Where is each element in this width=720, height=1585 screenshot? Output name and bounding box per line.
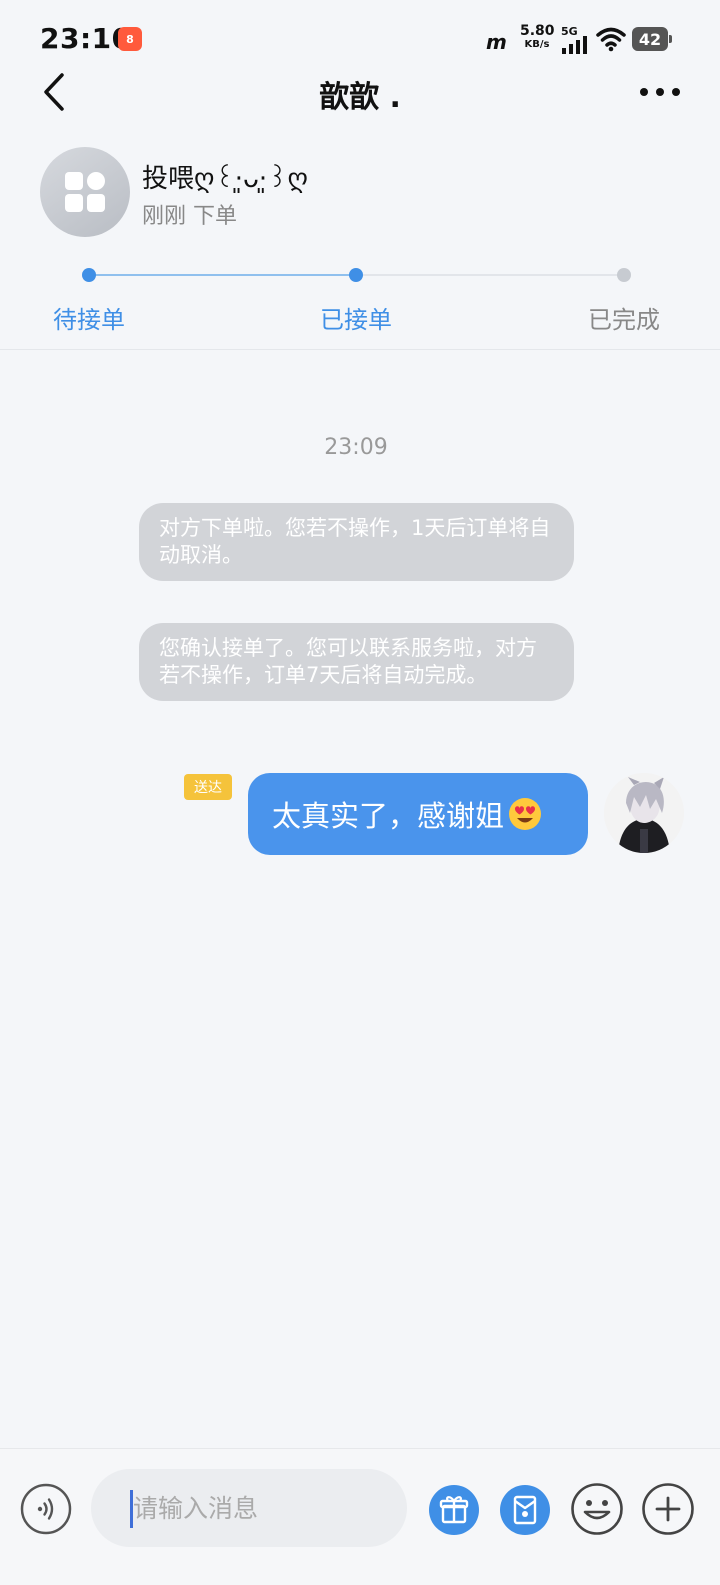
- my-message-text: 太真实了，感谢姐: [272, 799, 505, 833]
- order-avatar[interactable]: [40, 147, 130, 237]
- grid-icon: [65, 172, 105, 212]
- grid-cell: [65, 172, 83, 190]
- progress-line-pending: [356, 274, 624, 276]
- step-label-pending-accept: 待接单: [53, 306, 125, 334]
- my-message-bubble[interactable]: 太真实了，感谢姐: [248, 773, 588, 855]
- network-speed-value: 5.80: [520, 23, 555, 39]
- step-label-completed: 已完成: [588, 306, 660, 334]
- network-speed: 5.80 KB/s: [520, 23, 555, 50]
- order-name: 投喂ღ꒰⋅͈ᴗ⋅͈꒱ღ: [142, 164, 308, 194]
- emoji-icon[interactable]: [570, 1482, 624, 1536]
- battery-cap: [669, 35, 672, 43]
- my-avatar[interactable]: [604, 773, 684, 853]
- order-status: 刚刚 下单: [142, 204, 237, 229]
- system-message: 对方下单啦。您若不操作，1天后订单将自动取消。: [139, 503, 574, 581]
- voice-icon[interactable]: [20, 1483, 72, 1535]
- carrier-logo-text: m: [486, 30, 507, 54]
- system-message: 您确认接单了。您可以联系服务啦，对方若不操作，订单7天后将自动完成。: [139, 623, 574, 701]
- text-caret: [130, 1490, 133, 1528]
- plus-icon[interactable]: [641, 1482, 695, 1536]
- gift-icon[interactable]: [428, 1484, 480, 1536]
- grid-cell: [87, 194, 105, 212]
- envelope-icon[interactable]: [499, 1484, 551, 1536]
- app-notification-icon: 8: [118, 27, 142, 51]
- heart-eyes-emoji-icon: [509, 798, 542, 830]
- header-divider: [0, 349, 720, 350]
- avatar-image: [604, 773, 684, 853]
- battery-icon: 42: [632, 27, 672, 51]
- progress-line-completed: [89, 274, 356, 276]
- step-label-accepted: 已接单: [320, 306, 392, 334]
- signal-icon: [562, 36, 587, 54]
- network-speed-unit: KB/s: [524, 39, 550, 50]
- step-dot-completed: [617, 268, 631, 282]
- grid-cell: [87, 172, 105, 190]
- message-timestamp: 23:09: [324, 435, 388, 460]
- wifi-icon: [596, 27, 626, 52]
- carrier-logo: m: [486, 30, 507, 54]
- step-dot-accepted: [349, 268, 363, 282]
- message-input[interactable]: [91, 1469, 407, 1547]
- battery-level: 42: [632, 27, 668, 51]
- delivered-badge: 送达: [184, 774, 232, 800]
- page-title: 歆歆 .: [319, 80, 401, 115]
- more-dots-icon[interactable]: [636, 80, 684, 104]
- step-dot-pending-accept: [82, 268, 96, 282]
- chevron-left-icon[interactable]: [36, 70, 76, 114]
- grid-cell: [65, 194, 83, 212]
